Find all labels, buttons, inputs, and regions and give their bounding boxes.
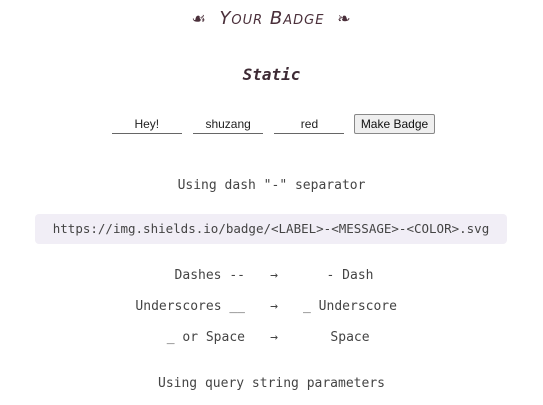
page-title: Your Badge <box>219 8 325 29</box>
make-badge-button[interactable]: Make Badge <box>353 114 436 134</box>
arrow-icon: → <box>270 299 278 314</box>
escape-row: Dashes -- → - Dash <box>0 268 543 286</box>
separator-note: Using dash "-" separator <box>177 178 366 193</box>
escape-row: Underscores __ → _ Underscore <box>0 299 543 317</box>
escape-row: _ or Space → Space <box>0 330 543 348</box>
arrow-icon: → <box>270 330 278 345</box>
badge-form: Make Badge <box>0 114 543 134</box>
page-header: ☙ Your Badge ❧ <box>0 8 543 29</box>
escape-output: - Dash <box>326 268 374 283</box>
url-template: https://img.shields.io/badge/<LABEL>-<ME… <box>35 214 507 244</box>
right-ornament-icon: ❧ <box>337 9 352 28</box>
left-ornament-icon: ☙ <box>191 9 207 28</box>
query-note: Using query string parameters <box>158 376 385 391</box>
escape-output: Space <box>330 330 370 345</box>
color-input[interactable] <box>274 115 345 134</box>
section-title: Static <box>242 65 301 84</box>
escape-output: _ Underscore <box>303 299 397 314</box>
escape-input: _ or Space <box>166 330 245 345</box>
label-input[interactable] <box>111 115 182 134</box>
arrow-icon: → <box>270 268 278 283</box>
escape-input: Underscores __ <box>135 299 245 314</box>
message-input[interactable] <box>193 115 264 134</box>
escape-input: Dashes -- <box>174 268 245 283</box>
